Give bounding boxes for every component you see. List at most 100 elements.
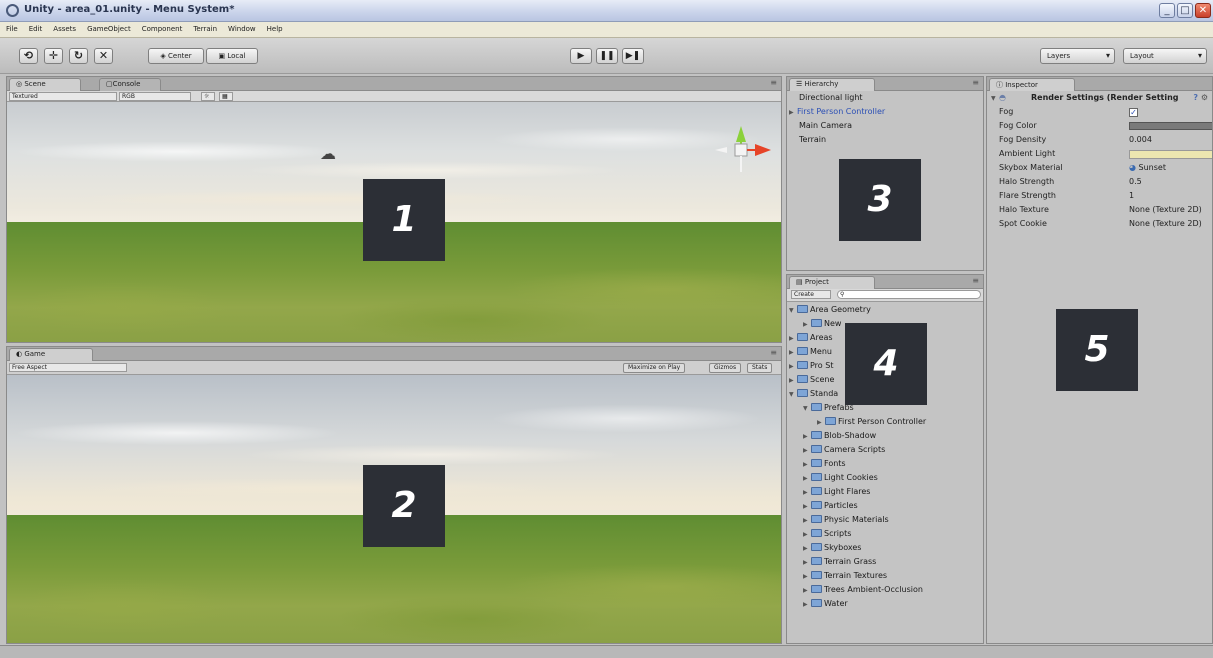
- fog-checkbox[interactable]: ✓: [1129, 108, 1138, 117]
- orientation-gizmo[interactable]: [711, 122, 775, 178]
- fog-color-swatch[interactable]: [1129, 122, 1212, 130]
- menu-terrain[interactable]: Terrain: [187, 22, 222, 33]
- gizmos-toggle[interactable]: Gizmos: [709, 363, 742, 373]
- rotate-tool-button[interactable]: ↻: [69, 48, 88, 64]
- hand-tool-button[interactable]: ⟲: [19, 48, 38, 64]
- expanded-arrow-icon[interactable]: ▼: [789, 388, 797, 402]
- play-button[interactable]: ▶: [570, 48, 592, 64]
- scene-viewport[interactable]: ☁ 1: [7, 102, 781, 342]
- collapsed-arrow-icon[interactable]: ▶: [803, 542, 811, 556]
- halo-strength-field[interactable]: 0.5: [1129, 175, 1142, 189]
- ambient-light-swatch[interactable]: [1129, 150, 1212, 159]
- stats-toggle[interactable]: Stats: [747, 363, 773, 373]
- collapsed-arrow-icon[interactable]: ▶: [803, 318, 811, 332]
- menu-edit[interactable]: Edit: [23, 22, 48, 33]
- layers-dropdown[interactable]: Layers: [1040, 48, 1115, 64]
- expand-arrow-icon[interactable]: ▶: [789, 106, 797, 120]
- menu-file[interactable]: File: [0, 22, 23, 33]
- menu-window[interactable]: Window: [222, 22, 261, 33]
- collapsed-arrow-icon[interactable]: ▶: [803, 500, 811, 514]
- fog-density-field[interactable]: 0.004: [1129, 133, 1152, 147]
- minimize-button[interactable]: _: [1159, 3, 1175, 18]
- hierarchy-item[interactable]: Directional light: [787, 91, 983, 105]
- collapsed-arrow-icon[interactable]: ▶: [803, 598, 811, 612]
- project-folder-item[interactable]: ▶ Camera Scripts: [787, 443, 983, 457]
- gizmo-center[interactable]: [734, 143, 748, 157]
- maximize-button[interactable]: □: [1177, 3, 1193, 18]
- maximize-on-play-toggle[interactable]: Maximize on Play: [623, 363, 686, 373]
- lighting-toggle[interactable]: ☼: [201, 92, 215, 101]
- menu-assets[interactable]: Assets: [47, 22, 81, 33]
- gizmo-y-axis[interactable]: [736, 126, 746, 142]
- aspect-select[interactable]: Free Aspect: [9, 363, 127, 372]
- collapsed-arrow-icon[interactable]: ▶: [803, 486, 811, 500]
- tab-project[interactable]: ▤ Project: [789, 276, 875, 289]
- tab-console[interactable]: ▢Console: [99, 78, 161, 91]
- skybox-material-field[interactable]: ◕ Sunset: [1129, 161, 1166, 175]
- project-folder-item[interactable]: ▶ Particles: [787, 499, 983, 513]
- collapsed-arrow-icon[interactable]: ▶: [817, 416, 825, 430]
- tab-hierarchy[interactable]: ☰ Hierarchy: [789, 78, 875, 91]
- space-toggle[interactable]: ▣ Local: [206, 48, 258, 64]
- project-folder-item[interactable]: ▶ Blob-Shadow: [787, 429, 983, 443]
- project-folder-item[interactable]: ▶ Physic Materials: [787, 513, 983, 527]
- tab-inspector[interactable]: ⓘ Inspector: [989, 78, 1075, 91]
- help-icon[interactable]: ?: [1193, 91, 1198, 105]
- image-toggle[interactable]: ▦: [219, 92, 233, 101]
- project-search-input[interactable]: ⚲: [837, 290, 981, 299]
- collapsed-arrow-icon[interactable]: ▶: [803, 472, 811, 486]
- game-panel-menu-icon[interactable]: ≡: [770, 348, 777, 357]
- spot-cookie-field[interactable]: None (Texture 2D): [1129, 217, 1202, 231]
- expanded-arrow-icon[interactable]: ▼: [803, 402, 811, 416]
- create-dropdown[interactable]: Create: [791, 290, 831, 299]
- flare-strength-field[interactable]: 1: [1129, 189, 1134, 203]
- project-folder-item[interactable]: ▶ Light Flares: [787, 485, 983, 499]
- collapsed-arrow-icon[interactable]: ▶: [803, 430, 811, 444]
- layout-dropdown[interactable]: Layout: [1123, 48, 1207, 64]
- project-folder-item[interactable]: ▶ Terrain Grass: [787, 555, 983, 569]
- hierarchy-item[interactable]: Terrain: [787, 133, 983, 147]
- settings-gear-icon[interactable]: ⚙: [1201, 91, 1208, 105]
- render-mode-select[interactable]: Textured: [9, 92, 117, 101]
- hierarchy-menu-icon[interactable]: ≡: [972, 78, 979, 87]
- project-folder-item[interactable]: ▶ Skyboxes: [787, 541, 983, 555]
- project-folder-item[interactable]: ▶ First Person Controller: [787, 415, 983, 429]
- project-folder-item[interactable]: ▼ Area Geometry: [787, 303, 983, 317]
- project-folder-item[interactable]: ▶ Light Cookies: [787, 471, 983, 485]
- menu-gameobject[interactable]: GameObject: [81, 22, 136, 33]
- halo-texture-field[interactable]: None (Texture 2D): [1129, 203, 1202, 217]
- project-menu-icon[interactable]: ≡: [972, 276, 979, 285]
- close-button[interactable]: ✕: [1195, 3, 1211, 18]
- project-folder-item[interactable]: ▶ Terrain Textures: [787, 569, 983, 583]
- gizmo-neg-x-axis[interactable]: [715, 147, 727, 153]
- collapsed-arrow-icon[interactable]: ▶: [803, 528, 811, 542]
- collapsed-arrow-icon[interactable]: ▶: [789, 360, 797, 374]
- hierarchy-item[interactable]: Main Camera: [787, 119, 983, 133]
- hierarchy-item-selected[interactable]: ▶ First Person Controller: [787, 105, 983, 119]
- collapse-arrow-icon[interactable]: ▼: [991, 92, 999, 106]
- color-mode-select[interactable]: RGB: [119, 92, 191, 101]
- collapsed-arrow-icon[interactable]: ▶: [803, 514, 811, 528]
- pause-button[interactable]: ❚❚: [596, 48, 618, 64]
- gizmo-x-axis[interactable]: [755, 144, 771, 156]
- collapsed-arrow-icon[interactable]: ▶: [803, 458, 811, 472]
- component-header[interactable]: ▼ ◓ Render Settings (Render Setting ? ⚙: [991, 91, 1208, 105]
- pivot-toggle[interactable]: ◈ Center: [148, 48, 204, 64]
- scale-tool-button[interactable]: ✕: [94, 48, 113, 64]
- project-folder-item[interactable]: ▶ Trees Ambient-Occlusion: [787, 583, 983, 597]
- panel-menu-icon[interactable]: ≡: [770, 78, 777, 87]
- project-folder-item[interactable]: ▶ Scripts: [787, 527, 983, 541]
- collapsed-arrow-icon[interactable]: ▶: [803, 584, 811, 598]
- tab-game[interactable]: ◐ Game: [9, 348, 93, 361]
- project-folder-item[interactable]: ▶ Fonts: [787, 457, 983, 471]
- collapsed-arrow-icon[interactable]: ▶: [803, 444, 811, 458]
- expanded-arrow-icon[interactable]: ▼: [789, 304, 797, 318]
- collapsed-arrow-icon[interactable]: ▶: [789, 374, 797, 388]
- project-folder-item[interactable]: ▶ Water: [787, 597, 983, 611]
- game-viewport[interactable]: 2: [7, 375, 781, 643]
- step-button[interactable]: ▶❚: [622, 48, 644, 64]
- tab-scene[interactable]: ◎ Scene: [9, 78, 81, 91]
- collapsed-arrow-icon[interactable]: ▶: [789, 332, 797, 346]
- collapsed-arrow-icon[interactable]: ▶: [803, 556, 811, 570]
- menu-component[interactable]: Component: [136, 22, 188, 33]
